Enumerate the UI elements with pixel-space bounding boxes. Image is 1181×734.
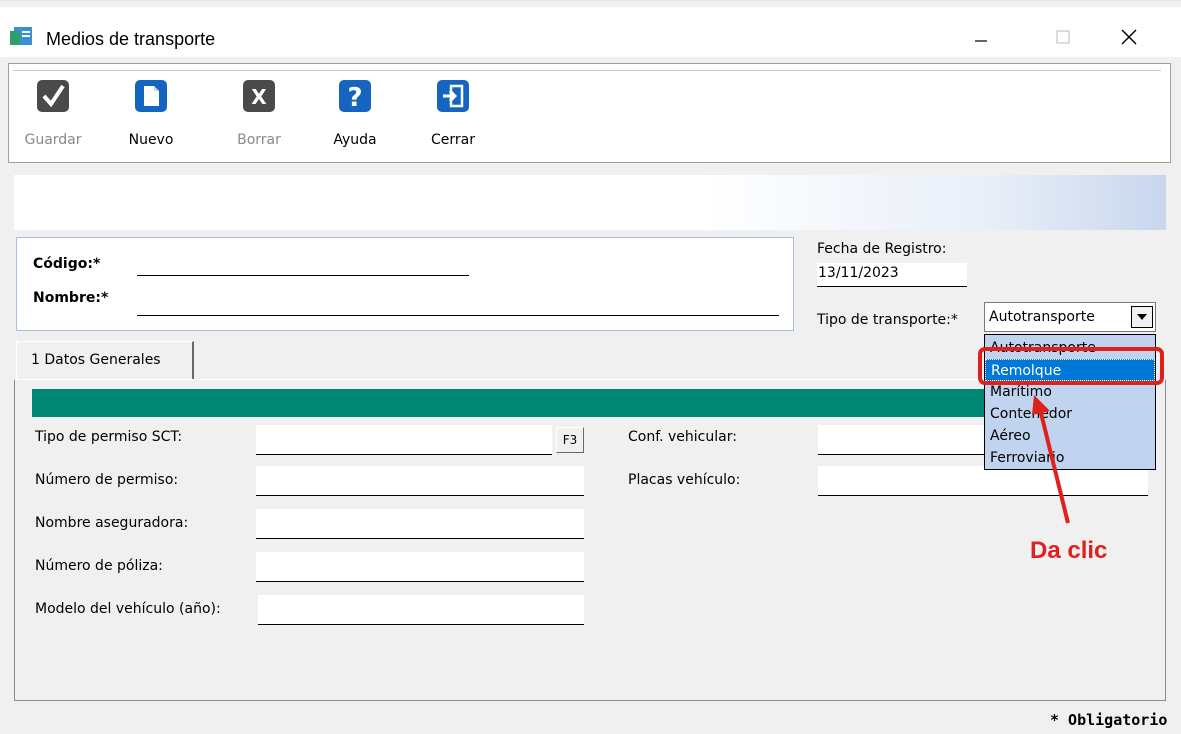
save-button[interactable]: Guardar	[13, 78, 93, 158]
new-document-icon	[135, 80, 167, 112]
main-window: Medios de transporte Guardar Nuevo X Bor…	[0, 0, 1181, 734]
new-label: Nuevo	[128, 132, 174, 148]
svg-text:X: X	[251, 85, 267, 109]
nombre-aseguradora-field[interactable]	[256, 509, 584, 539]
callout-text: Da clic	[1030, 537, 1108, 564]
tipo-permiso-field[interactable]	[256, 425, 552, 455]
tab-label: 1 Datos Generales	[31, 352, 161, 368]
numero-permiso-label: Número de permiso:	[35, 472, 179, 488]
nombre-label: Nombre:*	[33, 290, 109, 306]
svg-text:?: ?	[347, 83, 362, 113]
required-note: * Obligatorio	[1050, 711, 1168, 729]
window-title: Medios de transporte	[46, 29, 216, 49]
numero-permiso-field[interactable]	[256, 466, 584, 496]
tipo-transporte-label: Tipo de transporte:*	[817, 312, 958, 328]
dropdown-button[interactable]	[1131, 306, 1153, 328]
tab-datos-generales[interactable]: 1 Datos Generales	[16, 341, 194, 381]
placas-vehiculo-label: Placas vehículo:	[628, 472, 741, 488]
check-icon	[37, 80, 69, 112]
placas-vehiculo-field[interactable]	[818, 466, 1148, 496]
delete-label: Borrar	[237, 132, 281, 148]
close-icon	[1121, 29, 1137, 45]
tipo-permiso-label: Tipo de permiso SCT:	[35, 429, 183, 445]
toolbar: Guardar Nuevo X Borrar ? Ayuda Cerrar	[8, 63, 1171, 163]
delete-button[interactable]: X Borrar	[219, 78, 299, 158]
tipo-transporte-value: Autotransporte	[989, 309, 1095, 325]
red-arrow-icon	[1032, 395, 1070, 524]
conf-vehicular-field[interactable]	[818, 425, 984, 455]
title-bar: Medios de transporte	[0, 7, 1181, 57]
close-button[interactable]	[1106, 19, 1152, 55]
delete-x-icon: X	[243, 80, 275, 112]
header-band	[14, 175, 1166, 230]
modelo-vehiculo-label: Modelo del vehículo (año):	[35, 601, 221, 617]
tipo-transporte-select[interactable]: Autotransporte	[984, 302, 1156, 332]
maximize-button[interactable]	[1040, 19, 1086, 55]
close-form-label: Cerrar	[431, 132, 475, 148]
minimize-icon	[975, 40, 987, 42]
id-box: Código:* Nombre:*	[16, 237, 794, 331]
new-button[interactable]: Nuevo	[111, 78, 191, 158]
modelo-vehiculo-field[interactable]	[258, 595, 584, 625]
nombre-aseguradora-label: Nombre aseguradora:	[35, 515, 189, 531]
help-button[interactable]: ? Ayuda	[315, 78, 395, 158]
conf-vehicular-label: Conf. vehicular:	[628, 429, 737, 445]
codigo-label: Código:*	[33, 256, 101, 272]
toolbar-separator	[13, 70, 1161, 72]
fecha-label: Fecha de Registro:	[817, 241, 947, 257]
numero-poliza-label: Número de póliza:	[35, 558, 163, 574]
exit-door-icon	[437, 80, 469, 112]
codigo-field[interactable]	[137, 256, 469, 276]
close-form-button[interactable]: Cerrar	[413, 78, 493, 158]
chevron-down-icon	[1137, 314, 1147, 320]
highlight-box	[978, 347, 1164, 385]
minimize-button[interactable]	[958, 19, 1004, 55]
help-icon: ?	[339, 80, 371, 113]
maximize-icon	[1056, 30, 1070, 44]
nombre-field[interactable]	[137, 296, 779, 316]
f3-lookup-button[interactable]: F3	[556, 427, 584, 453]
help-label: Ayuda	[333, 132, 377, 148]
fecha-value: 13/11/2023	[818, 265, 899, 281]
f3-label: F3	[562, 433, 578, 447]
numero-poliza-field[interactable]	[256, 552, 584, 582]
fecha-field[interactable]: 13/11/2023	[817, 263, 967, 287]
save-label: Guardar	[24, 132, 82, 148]
app-icon	[10, 27, 32, 45]
